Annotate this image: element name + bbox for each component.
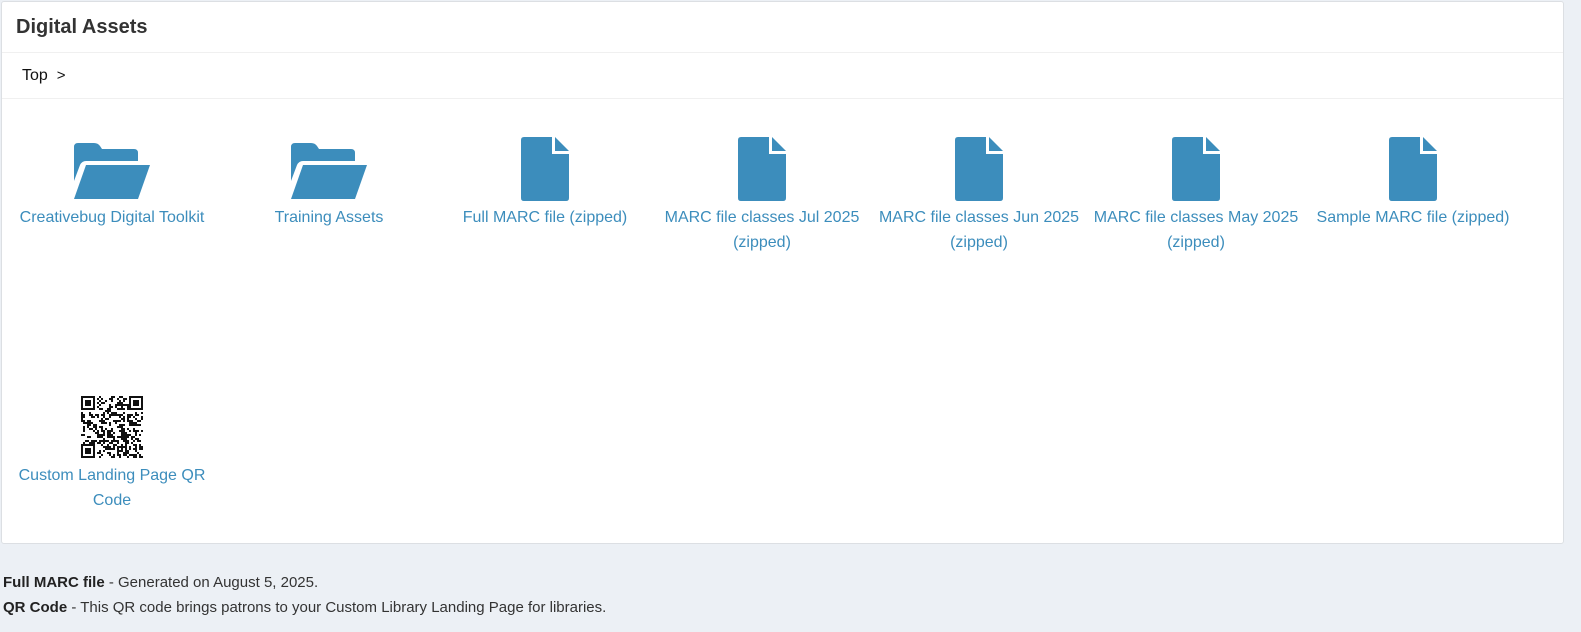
file-icon — [955, 135, 1003, 201]
asset-tile-marc-jul-2025[interactable]: MARC file classes Jul 2025 (zipped) — [652, 135, 872, 255]
asset-tile-marc-jun-2025[interactable]: MARC file classes Jun 2025 (zipped) — [869, 135, 1089, 255]
breadcrumb: Top > — [2, 53, 1563, 99]
footer-notes: Full MARC file - Generated on August 5, … — [3, 570, 606, 620]
folder-open-icon — [289, 135, 369, 201]
qr-note-title: QR Code — [3, 599, 68, 616]
asset-tile-training-assets[interactable]: Training Assets — [219, 135, 439, 230]
marc-note-text: - Generated on August 5, 2025. — [104, 574, 319, 591]
asset-label: MARC file classes Jun 2025 (zipped) — [878, 209, 1080, 251]
asset-label: MARC file classes Jul 2025 (zipped) — [664, 209, 860, 251]
digital-assets-panel: Digital Assets Top > Creativebug Digital… — [1, 1, 1564, 544]
page-title: Digital Assets — [16, 15, 148, 38]
asset-label: Training Assets — [274, 209, 384, 226]
qr-note-text: - This QR code brings patrons to your Cu… — [67, 599, 607, 616]
file-icon — [521, 135, 569, 201]
asset-tile-sample-marc[interactable]: Sample MARC file (zipped) — [1303, 135, 1523, 230]
marc-note: Full MARC file - Generated on August 5, … — [3, 570, 606, 595]
asset-label: Full MARC file (zipped) — [462, 209, 628, 226]
file-icon — [738, 135, 786, 201]
asset-label: Creativebug Digital Toolkit — [19, 209, 205, 226]
asset-label: Sample MARC file (zipped) — [1316, 209, 1510, 226]
file-icon — [1172, 135, 1220, 201]
panel-header: Digital Assets — [2, 2, 1563, 53]
folder-open-icon — [72, 135, 152, 201]
file-icon — [1389, 135, 1437, 201]
asset-tile-creativebug-toolkit[interactable]: Creativebug Digital Toolkit — [2, 135, 222, 230]
breadcrumb-top-link[interactable]: Top — [22, 67, 48, 85]
asset-label: MARC file classes May 2025 (zipped) — [1093, 209, 1299, 251]
qr-code-icon — [80, 395, 144, 459]
asset-tile-marc-may-2025[interactable]: MARC file classes May 2025 (zipped) — [1086, 135, 1306, 255]
asset-tile-qr-code[interactable]: Custom Landing Page QR Code — [2, 395, 222, 513]
breadcrumb-separator: > — [56, 67, 66, 84]
asset-tile-full-marc[interactable]: Full MARC file (zipped) — [435, 135, 655, 230]
asset-label: Custom Landing Page QR Code — [18, 467, 206, 509]
marc-note-title: Full MARC file — [3, 574, 105, 591]
qr-note: QR Code - This QR code brings patrons to… — [3, 595, 606, 620]
